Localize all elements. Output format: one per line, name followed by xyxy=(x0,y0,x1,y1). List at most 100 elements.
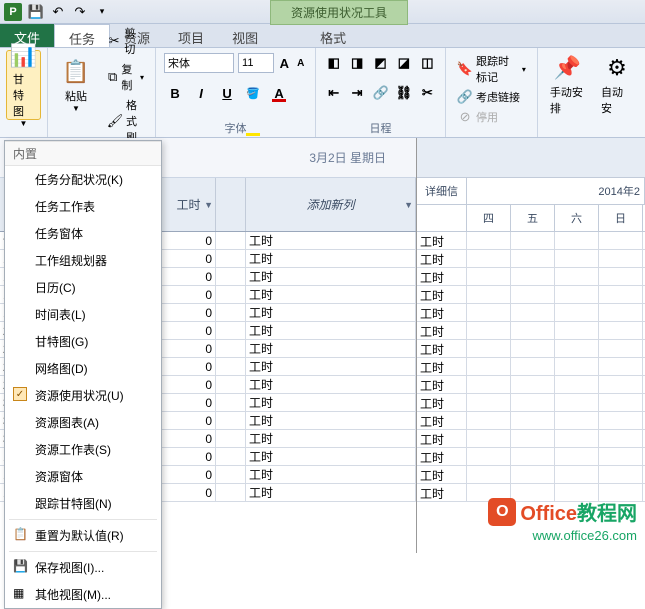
view-menu-item[interactable]: 甘特图(G) xyxy=(5,328,161,355)
chevron-down-icon: ▼ xyxy=(72,104,80,113)
timeline-row[interactable]: 工时 xyxy=(417,466,645,484)
view-menu-item[interactable]: 网络图(D) xyxy=(5,355,161,382)
indent-100-button[interactable]: ◫ xyxy=(418,52,437,74)
view-menu-item[interactable]: 资源窗体 xyxy=(5,463,161,490)
timeline-row[interactable]: 工时 xyxy=(417,358,645,376)
font-color-button[interactable]: A xyxy=(268,82,290,104)
view-menu-item[interactable]: 工作组规划器 xyxy=(5,247,161,274)
gantt-view-button[interactable]: 📊 甘特图 ▼ xyxy=(6,50,41,120)
timeline-area: 详细信 2014年2 四五六日 工时工时工时工时工时工时工时工时工时工时工时工时… xyxy=(417,138,645,553)
qat-customize-icon[interactable]: ▾ xyxy=(92,2,112,22)
font-name-input[interactable] xyxy=(164,53,234,73)
link-button[interactable]: 🔗 xyxy=(371,82,390,104)
timeline-row[interactable]: 工时 xyxy=(417,232,645,250)
save-icon: 💾 xyxy=(13,559,27,573)
watermark: O Office教程网 www.office26.com xyxy=(488,497,637,543)
chevron-down-icon: ▼ xyxy=(20,119,28,128)
fill-color-button[interactable]: 🪣 xyxy=(242,82,264,104)
timeline-row[interactable]: 工时 xyxy=(417,304,645,322)
timeline-row[interactable]: 工时 xyxy=(417,430,645,448)
timeline-row[interactable]: 工时 xyxy=(417,322,645,340)
timeline-row[interactable]: 工时 xyxy=(417,448,645,466)
timeline-spacer xyxy=(417,138,645,178)
view-menu-item[interactable]: 任务窗体 xyxy=(5,220,161,247)
scissors-icon: ✂ xyxy=(107,33,121,49)
view-menu-item[interactable]: 任务分配状况(K) xyxy=(5,166,161,193)
bold-button[interactable]: B xyxy=(164,82,186,104)
dropdown-section-builtin: 内置 xyxy=(5,141,161,166)
underline-button[interactable]: U xyxy=(216,82,238,104)
day-header: 日 xyxy=(599,205,643,231)
cut-button[interactable]: ✂剪切 xyxy=(104,24,147,58)
timeline-row[interactable]: 工时 xyxy=(417,268,645,286)
italic-button[interactable]: I xyxy=(190,82,212,104)
track-mark-button[interactable]: 🔖跟踪时标记▾ xyxy=(454,52,529,86)
timeline-header: 详细信 2014年2 四五六日 xyxy=(417,178,645,232)
manual-schedule-button[interactable]: 📌 手动安排 xyxy=(544,50,591,120)
day-header: 五 xyxy=(511,205,555,231)
auto-schedule-button[interactable]: ⚙ 自动安 xyxy=(595,50,639,120)
indent-button[interactable]: ⇥ xyxy=(347,82,366,104)
quick-access-toolbar: 💾 ↶ ↷ ▾ xyxy=(26,2,112,22)
font-size-input[interactable] xyxy=(238,53,274,73)
col-detail[interactable]: 详细信 xyxy=(417,178,467,204)
watermark-icon: O xyxy=(488,498,516,526)
other-views-item[interactable]: ▦其他视图(M)... xyxy=(5,581,161,608)
shrink-font-button[interactable]: A xyxy=(295,52,308,74)
year-label: 2014年2 xyxy=(467,178,645,204)
timeline-row[interactable]: 工时 xyxy=(417,340,645,358)
view-menu-item[interactable]: 跟踪甘特图(N) xyxy=(5,490,161,517)
copy-icon: ⧉ xyxy=(107,69,118,85)
view-dropdown: 内置 任务分配状况(K)任务工作表任务窗体工作组规划器日历(C)时间表(L)甘特… xyxy=(4,140,162,609)
flag-icon: 🔖 xyxy=(457,61,473,77)
deactivate-button[interactable]: ⊘停用 xyxy=(454,108,529,126)
redo-icon[interactable]: ↷ xyxy=(70,2,90,22)
tab-view[interactable]: 视图 xyxy=(218,24,272,47)
timeline-row[interactable]: 工时 xyxy=(417,250,645,268)
ribbon-tabs: 资源使用状况工具 文件 任务 资源 项目 视图 格式 xyxy=(0,24,645,48)
reset-icon: 📋 xyxy=(13,527,27,541)
respect-link-button[interactable]: 🔗考虑链接 xyxy=(454,88,529,106)
indent-0-button[interactable]: ◧ xyxy=(324,52,343,74)
schedule-group-label: 日程 xyxy=(316,120,445,136)
col-add-new[interactable]: 添加新列▼ xyxy=(246,178,416,231)
chevron-down-icon: ▼ xyxy=(404,200,413,210)
view-menu-item[interactable]: 资源图表(A) xyxy=(5,409,161,436)
font-group-label: 字体 xyxy=(156,120,315,136)
gantt-icon: 📊 xyxy=(8,43,40,69)
reset-default-item[interactable]: 📋重置为默认值(R) xyxy=(5,522,161,549)
view-menu-item[interactable]: 任务工作表 xyxy=(5,193,161,220)
timeline-row[interactable]: 工时 xyxy=(417,394,645,412)
unlink-button[interactable]: ⛓ xyxy=(394,82,413,104)
stop-icon: ⊘ xyxy=(457,109,473,125)
check-icon: ✓ xyxy=(13,387,27,401)
timeline-row[interactable]: 工时 xyxy=(417,412,645,430)
brush-icon: 🖌 xyxy=(107,113,123,129)
view-menu-item[interactable]: 资源工作表(S) xyxy=(5,436,161,463)
indent-25-button[interactable]: ◨ xyxy=(347,52,366,74)
separator xyxy=(9,551,157,552)
link-icon: 🔗 xyxy=(457,89,473,105)
view-menu-item[interactable]: ✓资源使用状况(U) xyxy=(5,382,161,409)
tab-format[interactable]: 格式 xyxy=(306,24,360,47)
save-icon[interactable]: 💾 xyxy=(26,2,46,22)
split-button[interactable]: ✂ xyxy=(418,82,437,104)
grow-font-button[interactable]: A xyxy=(278,52,291,74)
copy-button[interactable]: ⧉复制▾ xyxy=(104,60,147,94)
paste-button[interactable]: 📋 粘贴 ▼ xyxy=(54,50,98,120)
watermark-url: www.office26.com xyxy=(532,528,637,543)
view-menu-item[interactable]: 时间表(L) xyxy=(5,301,161,328)
col-work[interactable]: 工时▼ xyxy=(162,178,216,231)
contextual-tool-label: 资源使用状况工具 xyxy=(270,0,408,25)
views-icon: ▦ xyxy=(13,586,27,600)
outdent-button[interactable]: ⇤ xyxy=(324,82,343,104)
timeline-row[interactable]: 工时 xyxy=(417,376,645,394)
auto-icon: ⚙ xyxy=(601,54,633,82)
view-menu-item[interactable]: 日历(C) xyxy=(5,274,161,301)
undo-icon[interactable]: ↶ xyxy=(48,2,68,22)
timeline-row[interactable]: 工时 xyxy=(417,286,645,304)
save-view-item[interactable]: 💾保存视图(I)... xyxy=(5,554,161,581)
tab-project[interactable]: 项目 xyxy=(164,24,218,47)
indent-75-button[interactable]: ◪ xyxy=(394,52,413,74)
indent-50-button[interactable]: ◩ xyxy=(371,52,390,74)
